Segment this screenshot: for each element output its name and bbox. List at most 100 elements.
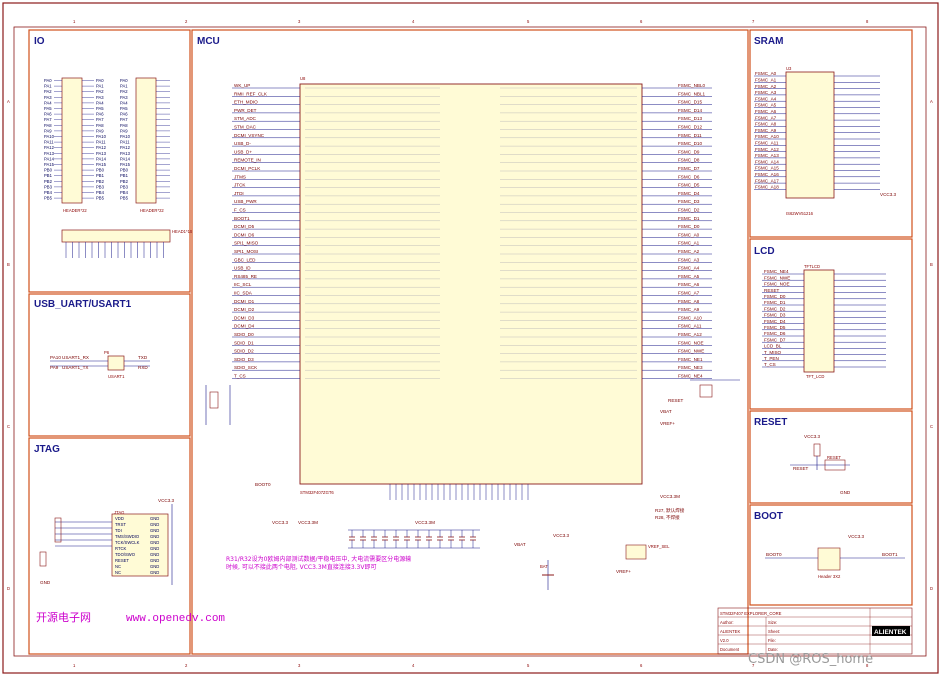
io-row-label: PA13 xyxy=(96,151,107,156)
mcu-right-net: FSMC_D1 xyxy=(678,216,700,221)
io-header-p4 xyxy=(135,77,157,204)
mcu-left-net: GBC_LED xyxy=(234,257,256,262)
io-row-label: PA9 xyxy=(120,128,128,133)
mcu-right-net: FSMC_D12 xyxy=(678,125,702,130)
io-row-label: PA15 xyxy=(44,162,55,167)
lcd-pin-net: FSMC_D5 xyxy=(764,325,786,330)
lcd-pin-net: T_MISO xyxy=(764,350,782,355)
caps-vcc33m: VCC3.3M xyxy=(298,520,318,525)
mcu-title: MCU xyxy=(197,36,220,47)
battery-block: VBAT VCC3.3 BAT xyxy=(514,533,570,590)
mcu-left-net: IIC_SDA xyxy=(234,291,253,296)
io-header-p5 xyxy=(61,229,171,243)
mcu-right-net: FSMC_A6 xyxy=(678,282,700,287)
sram-addr-net: FSMC_A1 xyxy=(755,78,777,83)
io-row-label: PA6 xyxy=(44,112,52,117)
io-row-label: PA0 xyxy=(120,78,128,83)
io-row-label: PA11 xyxy=(120,140,130,145)
reset-gnd: GND xyxy=(840,490,851,495)
mcu-left-net: ETH_MDIO xyxy=(234,100,258,105)
jtag-title: JTAG xyxy=(34,444,60,455)
io-row-label: PA10 xyxy=(96,134,107,139)
column-label: 3 xyxy=(298,19,301,24)
mcu-right-net: FSMC_A9 xyxy=(678,307,700,312)
mcu-crystal-32k xyxy=(205,385,231,425)
vref-net: VREF+ xyxy=(616,569,631,574)
lcd-body xyxy=(803,269,835,373)
mcu-ref: U8 xyxy=(300,76,306,81)
boot1-net: BOOT1 xyxy=(882,552,898,557)
reset-title: RESET xyxy=(754,417,787,428)
vref-block: VREF_SEL VREF+ xyxy=(616,544,670,574)
jtag-pin-gnd: GND xyxy=(150,552,159,557)
lcd-pin-net: FSMC_D6 xyxy=(764,331,786,336)
mcu-ic: U8 STM32F407ZGT6 WK_UP RMII_REF_CLK ETH_MD… xyxy=(232,76,712,500)
usart-rxd: RXD xyxy=(138,365,148,370)
io-row-label: PB3 xyxy=(96,184,105,189)
mcu-left-net: SDIO_D0 xyxy=(234,332,254,337)
decoupling-caps: VCC3.3 VCC3.3M VCC3.3M R31/R32设为0欧姆内部测试数… xyxy=(226,520,480,571)
io-row-label: PA13 xyxy=(120,151,131,156)
tb-author: Author: xyxy=(720,620,734,625)
jtag-pin-label: TDO/SWO xyxy=(115,552,136,557)
io-row-label: PA1 xyxy=(96,84,104,89)
jtag-pin-gnd: GND xyxy=(150,528,159,533)
usart-pa9: PA9 xyxy=(50,365,59,370)
caps-note-line1: R31/R32设为0欧姆内部测试数据/平稳电压中, 大电流需要区分电源输 xyxy=(226,555,411,563)
mcu-right-net: FSMC_D5 xyxy=(678,183,700,188)
usart-txd: TXD xyxy=(138,355,148,360)
io-row-label: PB3 xyxy=(44,184,53,189)
usart-p6-label: P6 xyxy=(104,350,110,355)
io-row-label: PA2 xyxy=(120,89,128,94)
mcu-left-net: STM_ADC xyxy=(234,116,257,121)
mcu-right-net: FSMC_D11 xyxy=(678,133,702,138)
mcu-left-net: T_CS xyxy=(234,374,246,379)
mcu-left-net: BOOT1 xyxy=(234,216,250,221)
mcu-left-net: STM_DAC xyxy=(234,125,257,130)
mcu-left-net: SDIO_D2 xyxy=(234,349,254,354)
boot-header-label: Header 3X2 xyxy=(818,574,841,579)
sram-ic: U3 IS62WV51216 FSMC_A0FSMC_A1FSMC_A2FSMC… xyxy=(754,66,897,216)
jtag-pin-gnd: GND xyxy=(150,564,159,569)
mcu-right-net: FSMC_D10 xyxy=(678,141,702,146)
jtag-pin-gnd: GND xyxy=(150,570,159,575)
jtag-gnd: GND xyxy=(40,580,51,585)
lcd-pin-net: LCD_BL xyxy=(764,344,782,349)
caps-note-line2: 时候, 可以不接此两个电阻, VCC3.3M直接连接3.3V即可 xyxy=(226,563,376,571)
io-row-label: PA6 xyxy=(120,112,128,117)
mcu-left-net: USB_ID xyxy=(234,266,251,271)
tb-title: STM32F407 EXPLORER_CORE xyxy=(720,611,782,616)
io-row-label: PB4 xyxy=(96,190,105,195)
jtag-pin-gnd: GND xyxy=(150,546,159,551)
row-label: A xyxy=(7,99,10,104)
column-label: 1 xyxy=(73,19,76,24)
usart-tx: USART1_TX xyxy=(62,365,88,370)
jtag-pin-gnd: GND xyxy=(150,534,159,539)
jtag-label: JTAG xyxy=(114,510,124,515)
sram-addr-net: FSMC_A3 xyxy=(755,90,777,95)
column-label: 4 xyxy=(412,663,415,668)
mcu-left-net: F_CS xyxy=(234,208,246,213)
sram-part: IS62WV51216 xyxy=(786,211,814,216)
column-label: 3 xyxy=(298,663,301,668)
jtag-pin-label: TCK/SWCLK xyxy=(115,540,140,545)
io-row-label: PA14 xyxy=(96,156,107,161)
mcu-right-net: FSMC_D6 xyxy=(678,174,700,179)
tb-company: ALIENTEK xyxy=(720,629,740,634)
mcu-left-net: DCMI_D2 xyxy=(234,307,255,312)
io-row-label: PA2 xyxy=(96,89,104,94)
io-row-label: PA5 xyxy=(120,106,128,111)
sram-vcc: VCC3.3 xyxy=(880,192,897,197)
sram-addr-net: FSMC_A2 xyxy=(755,84,777,89)
jtag-pin-gnd: GND xyxy=(150,540,159,545)
jtag-pin-gnd: GND xyxy=(150,558,159,563)
io-row-label: PA5 xyxy=(44,106,52,111)
schematic-sheet: 1122334455667788 A AB BC CD D IO USB_UART/US… xyxy=(2,2,939,674)
io-row-label: PB5 xyxy=(96,196,105,201)
mcu-left-net: JTMS xyxy=(234,174,246,179)
boot-circuit: VCC3.3 Header 3X2 BOOT0 BOOT1 xyxy=(765,534,905,579)
sram-ref: U3 xyxy=(786,66,792,71)
io-row-label: PA12 xyxy=(44,145,55,150)
sram-title: SRAM xyxy=(754,36,783,47)
sram-addr-net: FSMC_A12 xyxy=(755,147,779,152)
